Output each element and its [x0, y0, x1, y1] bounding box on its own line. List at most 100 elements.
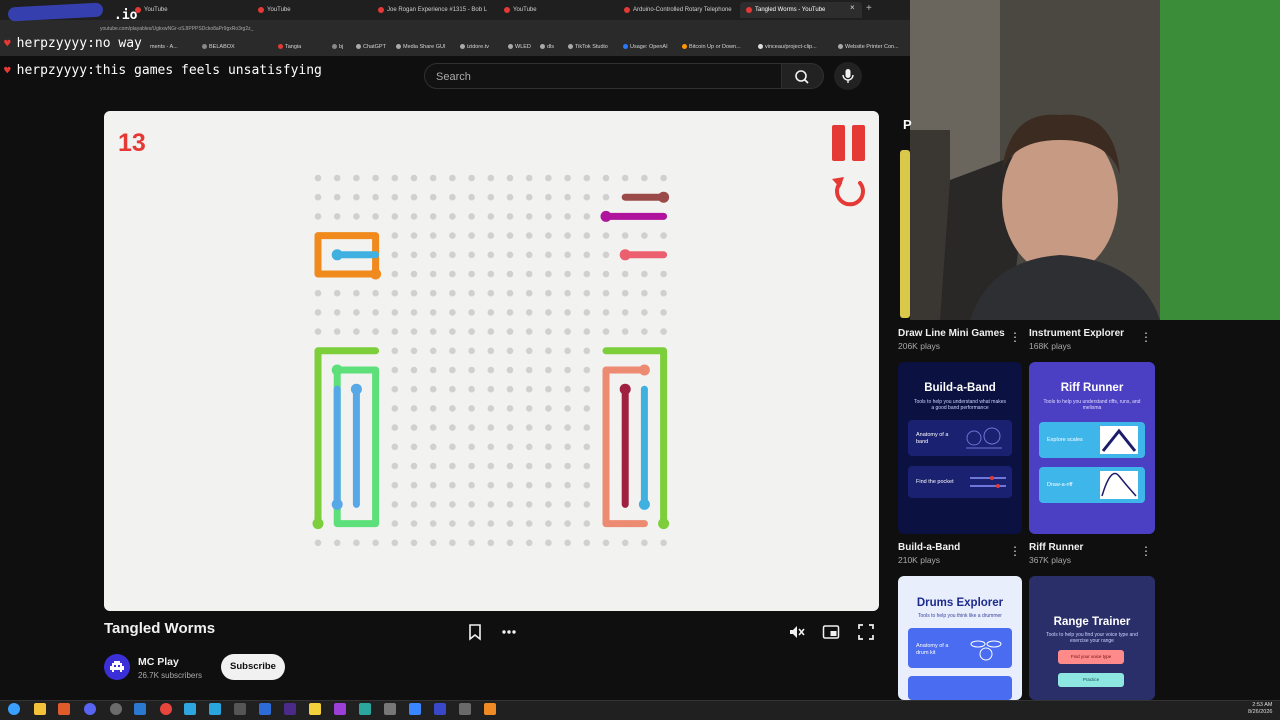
grid-dot [564, 462, 571, 470]
brave-browser-icon[interactable] [58, 703, 70, 715]
app-icon[interactable] [459, 703, 471, 715]
photoshop-icon[interactable] [259, 703, 271, 715]
channel-avatar[interactable] [104, 654, 130, 680]
game-card-build-a-band[interactable]: Build-a-Band Tools to help you understan… [898, 362, 1022, 534]
worm-head[interactable] [638, 498, 650, 510]
worm-orange[interactable] [314, 232, 380, 278]
worm-head[interactable] [370, 268, 382, 280]
bookmark-item[interactable]: dls [540, 44, 554, 50]
app-icon[interactable] [359, 703, 371, 715]
card-option-label: Explore scales [1047, 437, 1083, 443]
terminal-icon[interactable] [234, 703, 246, 715]
bookmark-item[interactable]: Usage: OpenAI [623, 44, 668, 50]
start-icon[interactable] [8, 703, 20, 715]
bookmark-item[interactable]: izidore.tv [460, 44, 489, 50]
app-icon[interactable] [184, 703, 196, 715]
worm-head[interactable] [658, 191, 670, 203]
worm-green-left[interactable] [333, 366, 380, 528]
channel-name[interactable]: MC Play [138, 656, 179, 668]
voice-search-button[interactable] [834, 62, 862, 90]
chrome-icon[interactable] [160, 703, 172, 715]
more-options-icon[interactable]: ⋮ [1140, 330, 1152, 344]
app-icon[interactable] [309, 703, 321, 715]
bookmark-item[interactable]: ChatGPT [356, 44, 386, 50]
more-options-icon[interactable] [499, 622, 519, 642]
worm-salmon-right[interactable] [602, 366, 648, 528]
worm-head[interactable] [619, 383, 631, 395]
worm-board[interactable] [104, 111, 879, 611]
more-options-icon[interactable]: ⋮ [1140, 544, 1152, 558]
worm-head[interactable] [350, 383, 362, 395]
search-button[interactable] [782, 63, 824, 89]
picture-in-picture-icon[interactable] [821, 622, 841, 642]
url-text[interactable]: youtube.com/playables/UgkxwNGr-oSJIPPPSD… [100, 26, 253, 32]
game-card-riff-runner[interactable]: Riff Runner Tools to help you understand… [1029, 362, 1155, 534]
fullscreen-icon[interactable] [856, 622, 876, 642]
grid-dot [660, 539, 667, 547]
close-tab-icon[interactable]: × [850, 3, 855, 12]
browser-tab[interactable]: YouTube [135, 2, 168, 18]
grid-dot [525, 385, 533, 393]
bookmark-item[interactable]: TikTok Studio [568, 44, 608, 50]
bookmark-item[interactable]: Bitcoin Up or Down... [682, 44, 741, 50]
mute-icon[interactable] [787, 622, 807, 642]
app-icon[interactable] [409, 703, 421, 715]
browser-tab[interactable]: Arduino-Controlled Rotary Telephone [624, 2, 732, 18]
game-title[interactable]: Build-a-Band [898, 542, 960, 553]
browser-tab-active[interactable]: Tangled Worms - YouTube [740, 2, 862, 18]
game-card-range-trainer[interactable]: Range Trainer Tools to help you find you… [1029, 576, 1155, 700]
browser-tab[interactable]: Joe Rogan Experience #1315 - Bob L [378, 2, 487, 18]
bookmark-item[interactable]: BELABOX [202, 44, 235, 50]
worm-head[interactable] [331, 364, 343, 376]
worm-lime-right[interactable] [602, 347, 668, 528]
bookmark-item[interactable]: WLED [508, 44, 531, 50]
restart-icon[interactable] [828, 173, 872, 211]
worm-head[interactable] [638, 364, 650, 376]
game-card-drums-explorer[interactable]: Drums Explorer Tools to help you think l… [898, 576, 1022, 700]
app-icon[interactable] [434, 703, 446, 715]
tab-label: Tangled Worms - YouTube [755, 7, 826, 13]
bookmark-item[interactable]: Tangia [278, 44, 301, 50]
browser-tab[interactable]: YouTube [504, 2, 537, 18]
worm-lime-left[interactable] [314, 347, 380, 528]
pause-button[interactable] [832, 125, 866, 161]
premiere-icon[interactable] [284, 703, 296, 715]
discord-icon[interactable] [84, 703, 96, 715]
bookmark-item[interactable]: bj [332, 44, 343, 50]
search-input[interactable]: Search [424, 63, 782, 89]
new-tab-icon[interactable]: + [866, 3, 872, 14]
card-option-label: Find the pocket [916, 479, 954, 485]
worm-head[interactable] [658, 518, 670, 530]
grid-dot [449, 385, 456, 393]
more-options-icon[interactable]: ⋮ [1009, 330, 1021, 344]
game-title[interactable]: Draw Line Mini Games [898, 328, 1005, 339]
worm-head[interactable] [312, 518, 324, 530]
obs-icon[interactable] [110, 703, 122, 715]
app-icon-active[interactable] [484, 703, 496, 715]
telegram-icon[interactable] [209, 703, 221, 715]
bookmark-item[interactable]: Website Printer Con... [838, 44, 899, 50]
grid-dot [487, 539, 495, 547]
bookmark-item[interactable]: vinceau/project-clip... [758, 44, 817, 50]
game-title[interactable]: Riff Runner [1029, 542, 1083, 553]
worm-head[interactable] [600, 210, 612, 222]
app-icon[interactable] [134, 703, 146, 715]
worm-head[interactable] [331, 498, 343, 510]
grid-dot [621, 270, 629, 278]
bookmark-item[interactable]: Media Share GUI [396, 44, 446, 50]
playable-thumbnail-partial[interactable] [900, 150, 910, 318]
system-clock[interactable]: 2:53 AM 8/26/2026 [1248, 702, 1272, 716]
more-options-icon[interactable]: ⋮ [1009, 544, 1021, 558]
browser-tab[interactable]: YouTube [258, 2, 291, 18]
bookmark-item[interactable]: ments - A... [150, 44, 178, 50]
file-explorer-icon[interactable] [34, 703, 46, 715]
bookmark-icon[interactable] [465, 622, 485, 642]
game-title[interactable]: Instrument Explorer [1029, 328, 1124, 339]
app-icon[interactable] [384, 703, 396, 715]
worm-head[interactable] [331, 249, 343, 261]
grid-dot [525, 251, 533, 259]
subscribe-button[interactable]: Subscribe [221, 654, 285, 680]
game-canvas[interactable]: 13 [104, 111, 879, 611]
app-icon[interactable] [334, 703, 346, 715]
worm-head[interactable] [619, 249, 631, 261]
